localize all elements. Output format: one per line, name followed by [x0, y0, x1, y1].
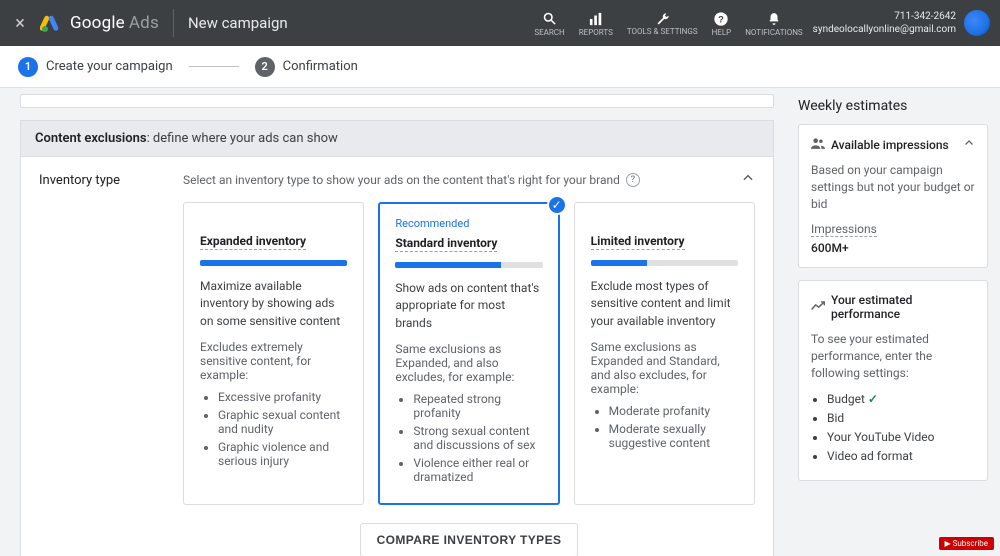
reports-icon: [589, 10, 603, 28]
avatar[interactable]: [964, 10, 990, 36]
collapsed-card[interactable]: [20, 94, 774, 108]
reports-button[interactable]: REPORTS: [579, 10, 613, 37]
inventory-meter: [591, 260, 738, 266]
close-icon[interactable]: ×: [10, 13, 30, 34]
card-desc: Exclude most types of sensitive content …: [591, 278, 738, 330]
content-exclusions-header: Content exclusions: define where your ad…: [20, 120, 774, 156]
help-icon: ?: [713, 10, 729, 28]
help-button[interactable]: ? HELP: [712, 10, 732, 37]
collapse-icon[interactable]: [741, 171, 755, 188]
impressions-value: 600M+: [811, 241, 975, 255]
step-confirmation[interactable]: 2 Confirmation: [255, 57, 358, 77]
ads-logo-icon: [40, 13, 62, 33]
selected-check-icon: ✓: [547, 195, 567, 215]
search-button[interactable]: SEARCH: [534, 10, 564, 37]
wrench-icon: [655, 10, 670, 28]
people-icon: [811, 137, 825, 152]
bell-icon: [767, 10, 781, 28]
trend-icon: [811, 300, 825, 314]
recommended-label: Recommended: [395, 217, 542, 230]
divider: [173, 9, 174, 37]
avail-desc: Based on your campaign settings but not …: [811, 162, 975, 212]
card-desc: Show ads on content that's appropriate f…: [395, 280, 542, 332]
inventory-instruction: Select an inventory type to show your ad…: [183, 173, 620, 187]
card-limited-inventory[interactable]: Limited inventory Exclude most types of …: [574, 202, 755, 505]
perf-desc: To see your estimated performance, enter…: [811, 331, 975, 381]
account-phone: 711-342-2642: [813, 10, 956, 23]
notifications-button[interactable]: NOTIFICATIONS: [745, 10, 802, 37]
card-bullets: Repeated strong profanity Strong sexual …: [395, 392, 542, 484]
card-bullets: Moderate profanity Moderate sexually sug…: [591, 404, 738, 450]
card-sub: Same exclusions as Expanded and Standard…: [591, 340, 738, 396]
inventory-meter: [200, 260, 347, 266]
search-icon: [542, 10, 557, 28]
collapse-icon[interactable]: [963, 137, 975, 152]
step-create-campaign[interactable]: 1 Create your campaign: [18, 57, 173, 77]
page-title: New campaign: [188, 14, 288, 32]
card-standard-inventory[interactable]: ✓ Recommended Standard inventory Show ad…: [378, 202, 559, 505]
card-title: Expanded inventory: [200, 234, 306, 250]
account-email: syndeolocallyonline@gmail.com: [813, 23, 956, 36]
google-ads-logo: [40, 13, 62, 33]
svg-text:?: ?: [719, 14, 725, 24]
inventory-type-label: Inventory type: [39, 171, 159, 556]
help-tooltip-icon[interactable]: ?: [626, 173, 640, 187]
available-impressions-card: Available impressions Based on your camp…: [798, 124, 988, 268]
card-expanded-inventory[interactable]: Expanded inventory Maximize available in…: [183, 202, 364, 505]
inventory-meter: [395, 262, 542, 268]
step-connector: [189, 66, 239, 67]
compare-inventory-button[interactable]: COMPARE INVENTORY TYPES: [360, 523, 579, 556]
card-title: Limited inventory: [591, 234, 685, 250]
check-icon: ✓: [868, 392, 878, 406]
card-sub: Same exclusions as Expanded, and also ex…: [395, 342, 542, 384]
card-bullets: Excessive profanity Graphic sexual conte…: [200, 390, 347, 468]
card-sub: Excludes extremely sensitive content, fo…: [200, 340, 347, 382]
weekly-estimates-title: Weekly estimates: [798, 98, 988, 114]
card-desc: Maximize available inventory by showing …: [200, 278, 347, 330]
impressions-label: Impressions: [811, 222, 877, 237]
estimated-performance-card: Your estimated performance To see your e…: [798, 280, 988, 480]
brand-text: GoogleAds: [70, 13, 159, 33]
youtube-subscribe-badge[interactable]: ▶ Subscribe: [939, 537, 995, 550]
perf-checklist: Budget ✓ Bid Your YouTube Video Video ad…: [811, 392, 975, 463]
tools-button[interactable]: TOOLS & SETTINGS: [627, 10, 698, 36]
card-title: Standard inventory: [395, 236, 497, 252]
account-info[interactable]: 711-342-2642 syndeolocallyonline@gmail.c…: [813, 10, 956, 36]
